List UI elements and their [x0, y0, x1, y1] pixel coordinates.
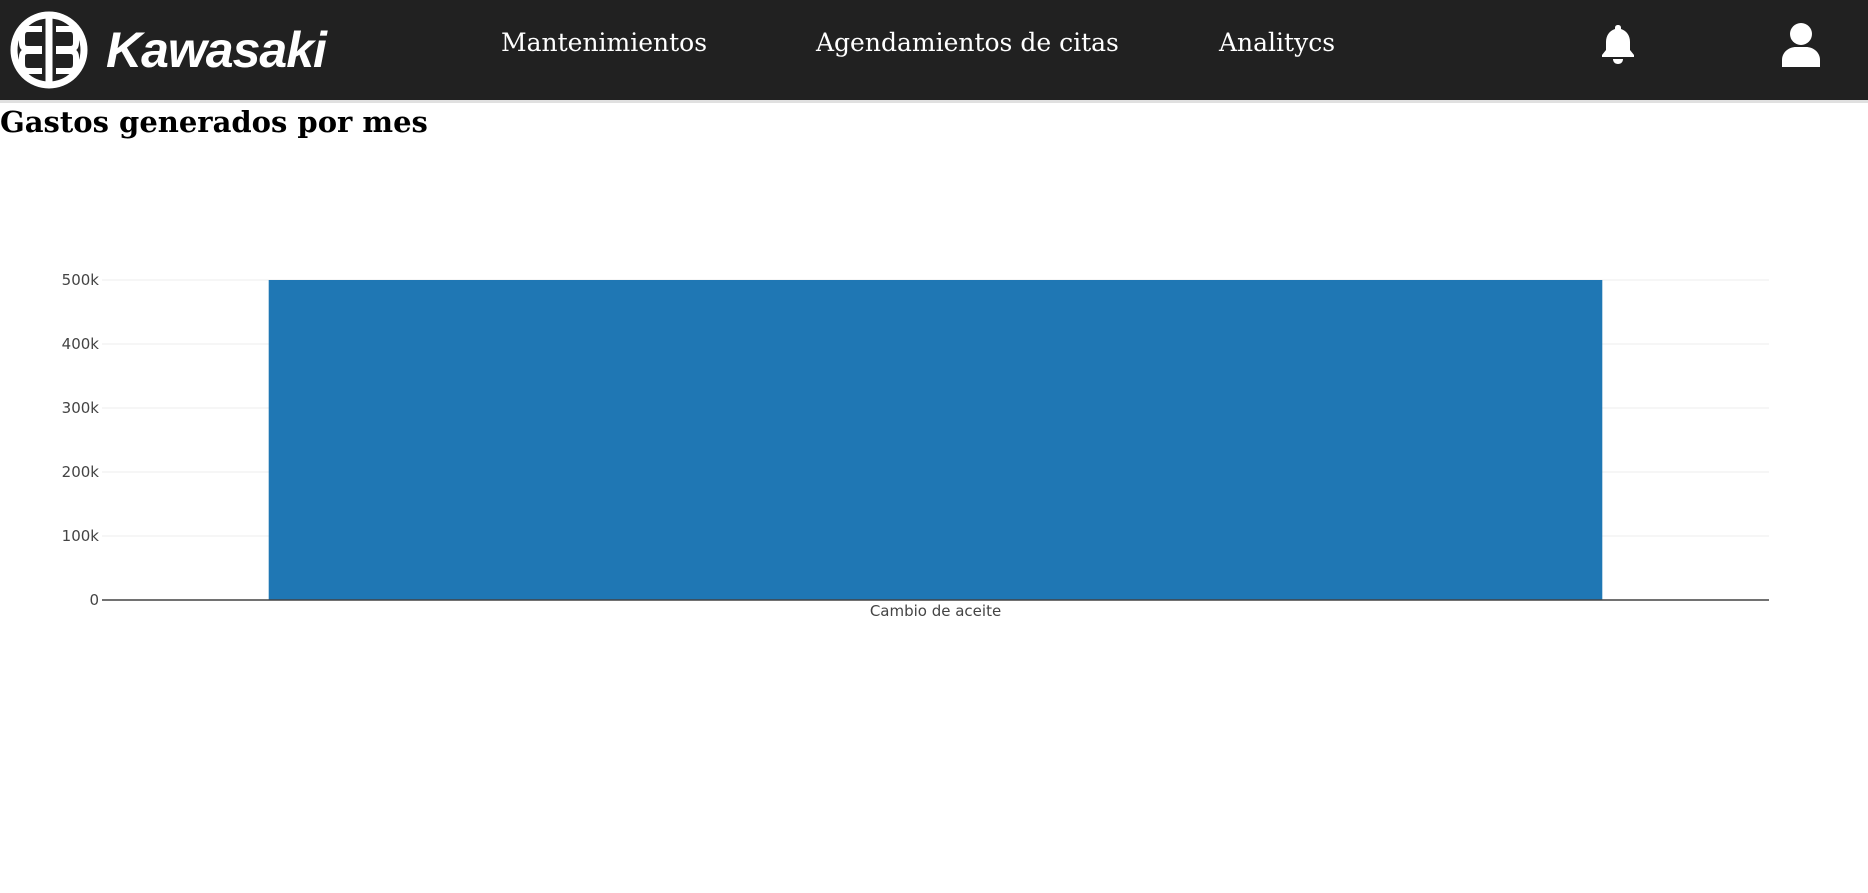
user-icon[interactable] [1780, 22, 1822, 67]
bar [268, 280, 1603, 600]
y-tick-label: 500k [62, 271, 100, 289]
kawasaki-emblem-icon [10, 11, 88, 89]
bar-chart: 0 100k 200k 300k 400k 500k Cambio de aceite [62, 271, 1769, 620]
brand-logo[interactable]: Kawasaki [10, 0, 327, 100]
y-tick-label: 400k [62, 335, 100, 353]
bell-icon[interactable] [1598, 22, 1638, 64]
x-tick-label: Cambio de aceite [870, 602, 1001, 620]
page-title: Gastos generados por mes [0, 105, 428, 139]
nav-agendamientos[interactable]: Agendamientos de citas [816, 25, 1119, 61]
y-tick-label: 300k [62, 399, 100, 417]
brand-wordmark: Kawasaki [106, 22, 327, 78]
y-tick-label: 100k [62, 527, 100, 545]
nav-analytics[interactable]: Analitycs [1219, 25, 1335, 61]
top-navbar: Kawasaki Mantenimientos Agendamientos de… [0, 0, 1868, 103]
nav-mantenimientos[interactable]: Mantenimientos [501, 25, 707, 61]
y-tick-label: 200k [62, 463, 100, 481]
y-tick-label: 0 [89, 591, 99, 609]
